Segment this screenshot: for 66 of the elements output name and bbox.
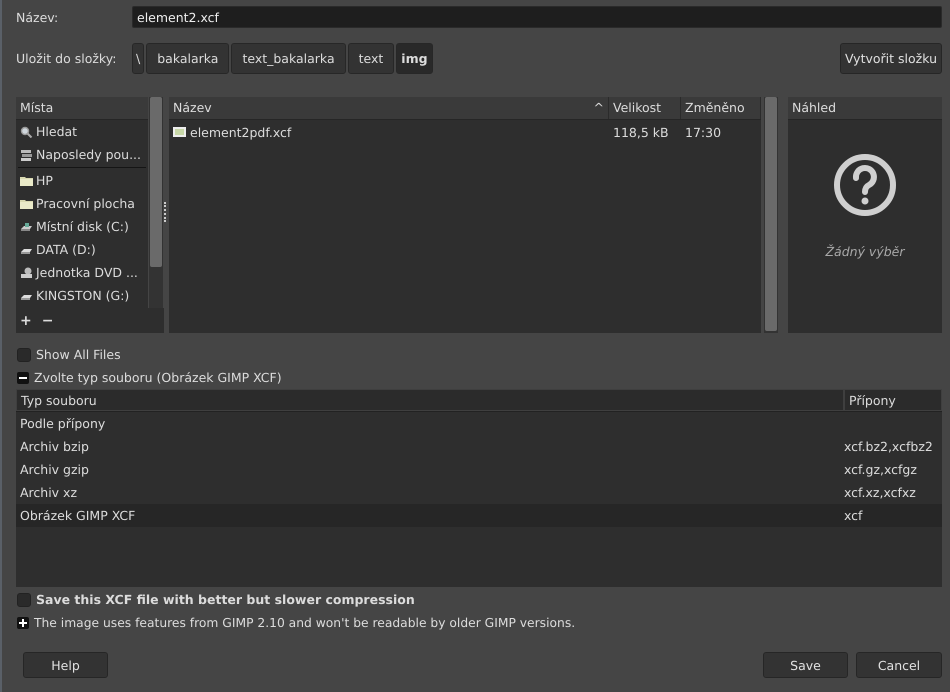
compression-label[interactable]: Save this XCF file with better but slower compression bbox=[36, 592, 415, 607]
column-header[interactable]: Typ souboru bbox=[16, 389, 844, 411]
magnifier-icon bbox=[20, 126, 33, 138]
file-extensions: xcf.gz,xcfgz bbox=[844, 462, 918, 477]
file-type-name: Archiv bzip bbox=[20, 439, 90, 454]
file-type-name: Obrázek GIMP XCF bbox=[20, 508, 136, 523]
place-item[interactable]: Jednotka DVD ... bbox=[16, 261, 148, 284]
folder-icon bbox=[20, 174, 33, 186]
place-item[interactable]: DATA (D:) bbox=[16, 238, 148, 261]
file-type-row[interactable]: Archiv xz xcf.xz,xcfxz bbox=[16, 481, 942, 504]
place-item[interactable]: Hledat bbox=[16, 120, 148, 143]
column-header[interactable]: Přípony bbox=[844, 389, 942, 411]
file-extensions: xcf.xz,xcfxz bbox=[844, 485, 917, 500]
remove-place-button[interactable]: − bbox=[38, 312, 58, 328]
checkbox[interactable] bbox=[17, 348, 31, 362]
name-label: Název: bbox=[16, 10, 60, 24]
cancel-button[interactable]: Cancel bbox=[856, 652, 942, 678]
sort-indicator: ^ bbox=[594, 99, 604, 117]
file-size: 118,5 kB bbox=[612, 124, 670, 140]
file-extensions: xcf.bz2,xcfbz2 bbox=[844, 439, 934, 454]
scrollbar-thumb[interactable] bbox=[150, 97, 162, 267]
column-header[interactable]: Název ^ bbox=[169, 97, 609, 119]
file-type-name: Archiv gzip bbox=[20, 462, 90, 477]
file-type-row[interactable]: Archiv bzip xcf.bz2,xcfbz2 bbox=[16, 435, 942, 458]
file-type-row[interactable]: Obrázek GIMP XCF xcf bbox=[16, 504, 942, 527]
place-item[interactable]: Pracovní plocha bbox=[16, 192, 148, 215]
image-file-icon bbox=[173, 127, 186, 137]
path-button[interactable]: text bbox=[348, 42, 394, 74]
file-type-row[interactable]: Archiv gzip xcf.gz,xcfgz bbox=[16, 458, 942, 481]
expander-icon[interactable] bbox=[17, 372, 29, 384]
path-button[interactable]: img bbox=[396, 42, 433, 74]
column-header[interactable]: Změněno bbox=[681, 97, 761, 119]
show-all-files-label[interactable]: Show All Files bbox=[36, 347, 121, 362]
compatibility-notice[interactable]: The image uses features from GIMP 2.10 and won't be readable by older GIMP versions. bbox=[34, 616, 576, 630]
filename-field[interactable]: element2.xcf bbox=[132, 6, 942, 28]
no-selection-text: Žádný výběr bbox=[825, 244, 904, 259]
question-icon bbox=[832, 152, 898, 218]
file-type-name: Archiv xz bbox=[20, 485, 78, 500]
create-folder-button[interactable]: Vytvořit složku bbox=[840, 42, 942, 74]
add-place-button[interactable]: + bbox=[16, 312, 36, 328]
places-header[interactable]: Místa bbox=[16, 97, 148, 120]
file-modified: 17:30 bbox=[684, 124, 722, 140]
scrollbar-thumb[interactable] bbox=[765, 97, 777, 331]
save-button[interactable]: Save bbox=[763, 652, 848, 678]
place-item[interactable]: HP bbox=[16, 169, 148, 192]
file-type-name: Podle přípony bbox=[20, 416, 106, 431]
file-extensions: xcf bbox=[844, 508, 864, 523]
path-button[interactable]: \ bbox=[132, 42, 144, 74]
help-button[interactable]: Help bbox=[23, 652, 108, 678]
optical-drive-icon bbox=[20, 266, 33, 278]
folder-label: Uložit do složky: bbox=[16, 50, 118, 66]
place-item[interactable]: KINGSTON (G:) bbox=[16, 284, 148, 307]
file-type-row[interactable]: Podle přípony bbox=[16, 412, 942, 435]
document-stack-icon bbox=[20, 148, 33, 160]
path-button[interactable]: text_bakalarka bbox=[231, 42, 346, 74]
folder-icon bbox=[20, 198, 33, 210]
drive-icon bbox=[20, 220, 33, 232]
place-item[interactable]: Naposledy pou... bbox=[16, 143, 148, 166]
column-header[interactable]: Velikost bbox=[609, 97, 681, 119]
preview-header: Náhled bbox=[788, 97, 942, 120]
file-type-expander[interactable]: Zvolte typ souboru (Obrázek GIMP XCF) bbox=[34, 370, 282, 385]
expander-icon[interactable] bbox=[17, 616, 29, 628]
checkbox[interactable] bbox=[17, 592, 31, 606]
file-name[interactable]: element2pdf.xcf bbox=[190, 124, 292, 140]
place-item[interactable]: Místní disk (C:) bbox=[16, 215, 148, 238]
path-button[interactable]: bakalarka bbox=[146, 42, 230, 74]
